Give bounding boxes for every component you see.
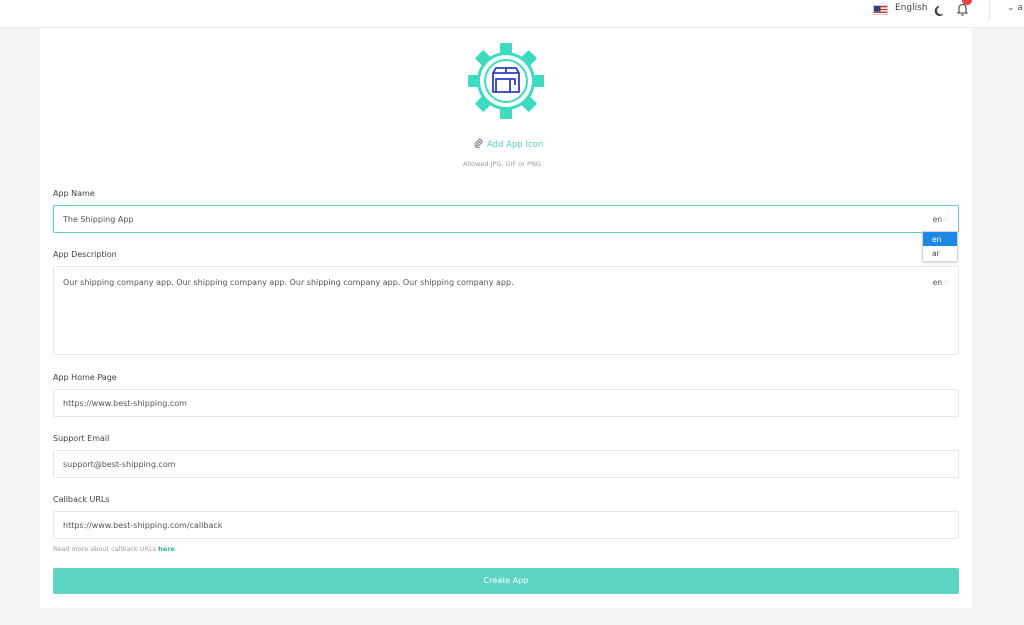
- home-page-value: https://www.best-shipping.com: [63, 399, 187, 408]
- app-icon-preview[interactable]: [467, 42, 545, 120]
- app-description-label: App Description: [53, 250, 117, 259]
- support-email-input[interactable]: support@best-shipping.com: [53, 450, 959, 478]
- account-initial: a: [1017, 3, 1023, 13]
- chevron-down-icon: ▽: [944, 280, 948, 286]
- paperclip-icon: [474, 138, 483, 151]
- app-description-value: Our shipping company app. Our shipping c…: [63, 278, 514, 287]
- callback-urls-input[interactable]: https://www.best-shipping.com/callback: [53, 511, 959, 539]
- chevron-down-icon: ⌄: [1007, 3, 1015, 13]
- callback-helper-label: Read more about callback URLs: [53, 545, 157, 553]
- locale-dropdown-menu: en ar: [922, 231, 958, 262]
- callback-helper-text: Read more about callback URLs here: [53, 545, 175, 553]
- notification-badge: [962, 0, 972, 5]
- account-menu[interactable]: ⌄ a: [1007, 3, 1023, 13]
- app-description-locale-value: en: [932, 278, 943, 287]
- locale-option-en[interactable]: en: [923, 232, 957, 246]
- callback-urls-label: Callback URLs: [53, 495, 110, 504]
- language-selector[interactable]: English: [895, 3, 928, 13]
- add-app-icon-label: Add App Icon: [487, 139, 544, 150]
- app-name-input[interactable]: The Shipping App en ▽: [53, 205, 959, 233]
- moon-icon[interactable]: [934, 2, 946, 21]
- add-app-icon-link[interactable]: Add App Icon: [474, 138, 543, 151]
- topbar-divider: [989, 0, 990, 20]
- create-app-button[interactable]: Create App: [53, 568, 959, 594]
- support-email-value: support@best-shipping.com: [63, 460, 176, 469]
- app-description-textarea[interactable]: Our shipping company app. Our shipping c…: [53, 266, 959, 355]
- home-page-label: App Home Page: [53, 373, 117, 382]
- chevron-down-icon: ▽: [944, 217, 948, 223]
- callback-urls-value: https://www.best-shipping.com/callback: [63, 521, 223, 530]
- top-bar: English ⌄ a: [0, 0, 1024, 28]
- callback-help-link[interactable]: here: [158, 545, 175, 553]
- us-flag-icon[interactable]: [873, 5, 888, 15]
- allowed-types-note: Allowed JPG, GIF or PNG.: [463, 160, 543, 168]
- app-name-locale-value: en: [932, 215, 943, 224]
- locale-option-ar[interactable]: ar: [923, 246, 957, 260]
- app-name-label: App Name: [53, 189, 95, 198]
- home-page-input[interactable]: https://www.best-shipping.com: [53, 389, 959, 417]
- support-email-label: Support Email: [53, 434, 110, 443]
- app-name-locale-select[interactable]: en ▽: [933, 215, 948, 224]
- app-name-value: The Shipping App: [63, 215, 134, 224]
- app-description-locale-select[interactable]: en ▽: [933, 278, 948, 287]
